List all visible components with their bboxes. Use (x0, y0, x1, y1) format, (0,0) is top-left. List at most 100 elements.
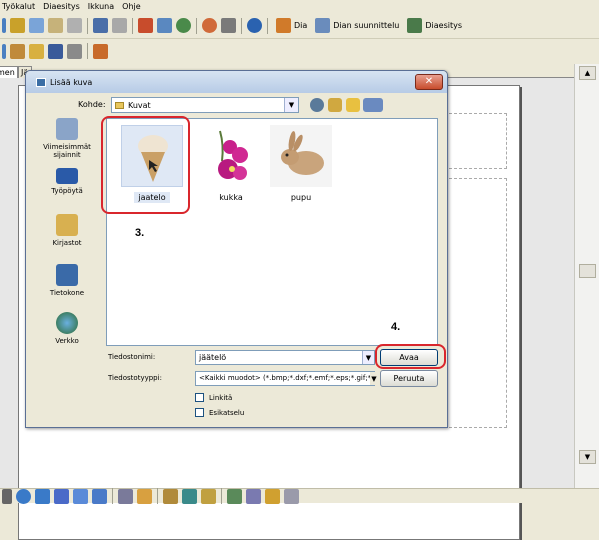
ellipse-icon[interactable] (16, 488, 31, 504)
insert-picture-dialog: Lisää kuva ✕ Kohde: Kuvat ▼ Viimeisimmät… (25, 70, 448, 428)
extrusion-icon[interactable] (201, 488, 216, 504)
chevron-down-icon[interactable]: ▼ (362, 351, 374, 364)
dialog-titlebar[interactable]: Lisää kuva (26, 71, 447, 93)
toolbar-separator (267, 17, 268, 34)
toolbar-separator (112, 488, 113, 504)
chevron-down-icon[interactable]: ▼ (284, 98, 298, 112)
filename-input[interactable]: jäätelö (195, 350, 375, 365)
recent-locations-icon (56, 118, 78, 140)
toolbar-handle-icon[interactable] (2, 43, 6, 59)
toolbar-separator (87, 43, 88, 59)
up-folder-icon[interactable] (328, 98, 342, 112)
tools-icon[interactable] (93, 43, 108, 59)
undo-icon[interactable] (93, 18, 108, 33)
draw-functions-icon[interactable] (202, 18, 217, 33)
fill-icon[interactable] (29, 43, 44, 59)
minus-icon[interactable] (35, 488, 50, 504)
dia-button[interactable]: Dia (274, 18, 307, 33)
vertical-scrollbar[interactable]: ▲ ▼ (574, 64, 599, 488)
menu-tyokalut[interactable]: Työkalut (2, 2, 35, 11)
toolbar-separator (132, 17, 133, 34)
rotate-icon[interactable] (227, 488, 242, 504)
points-icon[interactable] (118, 488, 133, 504)
menu-ikkuna[interactable]: Ikkuna (88, 2, 114, 11)
desktop-icon (56, 168, 78, 184)
tab-normal[interactable]: men (0, 66, 18, 78)
slideshow-icon (407, 18, 423, 33)
align-icon[interactable] (246, 488, 261, 504)
paste-icon[interactable] (48, 18, 63, 33)
scroll-up-icon[interactable]: ▲ (579, 66, 596, 80)
menu-ohje[interactable]: Ohje (122, 2, 141, 11)
help-icon[interactable] (247, 18, 262, 33)
computer-icon (56, 264, 78, 286)
toolbar-separator (241, 17, 242, 34)
save-icon[interactable] (48, 43, 63, 59)
text-icon[interactable] (163, 488, 178, 504)
redo-icon[interactable] (112, 18, 127, 33)
place-computer[interactable]: Tietokone (31, 264, 103, 297)
image-icon[interactable] (182, 488, 197, 504)
standard-toolbar: Dia Dian suunnittelu Diaesitys (0, 13, 599, 39)
preview-checkbox[interactable]: Esikatselu (195, 408, 244, 417)
dialog-title: Lisää kuva (50, 77, 93, 87)
callout-icon[interactable] (73, 488, 88, 504)
annotation-step3: 3. (135, 227, 145, 239)
bunny-thumbnail (270, 125, 332, 187)
slide-icon (276, 18, 291, 33)
scroll-down-icon[interactable]: ▼ (579, 450, 596, 464)
menu-diaesitys[interactable]: Diaesitys (43, 2, 80, 11)
file-label: kukka (219, 193, 243, 202)
arrange-icon[interactable] (265, 488, 280, 504)
annotation-highlight-file (101, 116, 190, 214)
star-icon[interactable] (92, 488, 107, 504)
file-item-pupu[interactable]: pupu (269, 125, 333, 202)
place-libraries[interactable]: Kirjastot (31, 214, 103, 247)
toolbar-separator (221, 488, 222, 504)
place-desktop[interactable]: Työpöytä (31, 168, 103, 195)
edit-icon[interactable] (10, 43, 25, 59)
look-in-dropdown[interactable]: Kuvat ▼ (111, 97, 299, 113)
arrow-icon[interactable] (2, 488, 12, 504)
toolbar-separator (196, 17, 197, 34)
close-button[interactable]: ✕ (415, 74, 443, 90)
content-placeholder[interactable] (439, 178, 507, 428)
link-checkbox[interactable]: Linkitä (195, 393, 232, 402)
place-recent[interactable]: Viimeisimmät sijainnit (31, 118, 103, 159)
look-in-label: Kohde: (78, 100, 106, 109)
print-icon[interactable] (67, 43, 82, 59)
filetype-dropdown[interactable]: <Kaikki muodot> (*.bmp;*.dxf;*.emf;*.eps… (195, 371, 375, 386)
dian-suunnittelu-button[interactable]: Dian suunnittelu (313, 18, 399, 33)
drawing-toolbar (0, 488, 599, 504)
view-menu-icon[interactable] (363, 98, 383, 112)
cancel-button[interactable]: Peruuta (380, 370, 438, 387)
picture-icon (36, 77, 46, 87)
scroll-thumb[interactable] (579, 264, 596, 278)
copy-icon[interactable] (29, 18, 44, 33)
format-paintbrush-icon[interactable] (67, 18, 82, 33)
diaesitys-button[interactable]: Diaesitys (405, 18, 462, 33)
file-item-kukka[interactable]: kukka (199, 125, 263, 202)
place-network[interactable]: Verkko (31, 312, 103, 345)
formatting-toolbar (0, 39, 599, 63)
chart-icon[interactable] (138, 18, 153, 33)
checkbox-box[interactable] (195, 408, 204, 417)
media-icon[interactable] (176, 18, 191, 33)
places-bar: Viimeisimmät sijainnit Työpöytä Kirjasto… (31, 118, 103, 378)
chevron-down-icon[interactable]: ▼ (370, 372, 378, 385)
zoom-icon[interactable] (221, 18, 236, 33)
new-folder-icon[interactable] (346, 98, 360, 112)
filename-label: Tiedostonimi: (108, 353, 156, 361)
libraries-icon (56, 214, 78, 236)
toolbar-separator (157, 488, 158, 504)
shadow-icon[interactable] (284, 488, 299, 504)
checkbox-box[interactable] (195, 393, 204, 402)
rectangle-icon[interactable] (54, 488, 69, 504)
annotation-highlight-open (375, 344, 446, 369)
toolbar-handle-icon[interactable] (2, 18, 6, 33)
cut-icon[interactable] (10, 18, 25, 33)
table-icon[interactable] (157, 18, 172, 33)
title-placeholder[interactable] (439, 113, 507, 169)
fontwork-icon[interactable] (137, 488, 152, 504)
back-icon[interactable] (310, 98, 324, 112)
